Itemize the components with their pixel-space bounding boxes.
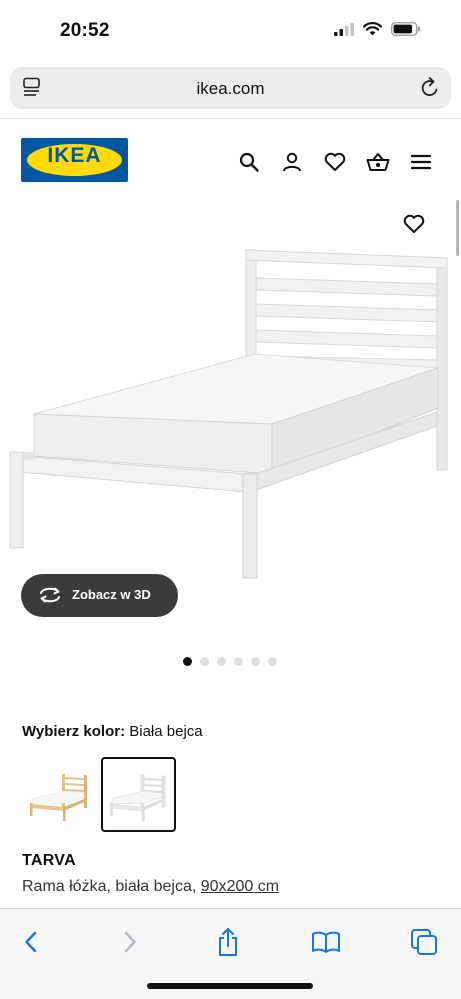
- heart-icon[interactable]: [322, 149, 347, 174]
- carousel-dot[interactable]: [217, 657, 226, 666]
- carousel-dot[interactable]: [268, 657, 277, 666]
- cellular-signal-icon: [334, 22, 354, 36]
- search-icon[interactable]: [236, 149, 261, 174]
- bookmarks-icon[interactable]: [311, 927, 341, 957]
- forward-icon[interactable]: [115, 927, 145, 957]
- color-option-white-stain[interactable]: [101, 757, 176, 832]
- add-to-favourites-icon[interactable]: [403, 214, 429, 238]
- url-text: ikea.com: [196, 79, 265, 98]
- color-picker-label: Wybierz kolor: Biała bejca: [22, 723, 203, 740]
- wifi-icon: [363, 22, 382, 36]
- site-header: IKEA: [0, 119, 461, 199]
- white-stain-bed-thumbnail: [109, 774, 166, 822]
- carousel-dots: [183, 657, 277, 666]
- battery-icon: [391, 22, 420, 36]
- pine-bed-thumbnail: [30, 774, 87, 821]
- selected-color: Biała bejca: [129, 723, 203, 740]
- header-icons: [236, 149, 433, 174]
- basket-icon[interactable]: [365, 149, 390, 174]
- product-name: TARVA: [22, 852, 76, 869]
- account-icon[interactable]: [279, 149, 304, 174]
- back-icon[interactable]: [16, 927, 46, 957]
- address-bar[interactable]: ikea.com: [10, 67, 451, 109]
- tabs-icon[interactable]: [409, 927, 439, 957]
- carousel-dot[interactable]: [183, 657, 192, 666]
- product-size-link[interactable]: 90x200 cm: [201, 878, 279, 895]
- rotate-3d-icon: [38, 586, 62, 609]
- view-3d-label: Zobacz w 3D: [72, 587, 151, 602]
- menu-icon[interactable]: [408, 149, 433, 174]
- share-icon[interactable]: [213, 927, 243, 957]
- carousel-dot[interactable]: [200, 657, 209, 666]
- status-time: 20:52: [60, 20, 110, 41]
- reload-icon[interactable]: [419, 76, 441, 105]
- product-description: Rama łóżka, biała bejca, 90x200 cm: [22, 878, 279, 896]
- logo-text: IKEA: [47, 144, 102, 167]
- home-indicator: [147, 983, 313, 989]
- ikea-logo[interactable]: IKEA: [21, 138, 128, 182]
- scroll-indicator: [456, 200, 459, 256]
- status-bar: 20:52: [0, 0, 461, 62]
- view-in-3d-button[interactable]: Zobacz w 3D: [21, 574, 178, 617]
- color-label-title: Wybierz kolor:: [22, 723, 126, 740]
- carousel-dot[interactable]: [251, 657, 260, 666]
- browser-address-area: ikea.com: [0, 62, 461, 118]
- color-option-pine[interactable]: [22, 757, 97, 832]
- status-icons: [334, 22, 421, 36]
- product-description-text: Rama łóżka, biała bejca,: [22, 878, 197, 895]
- carousel-dot[interactable]: [234, 657, 243, 666]
